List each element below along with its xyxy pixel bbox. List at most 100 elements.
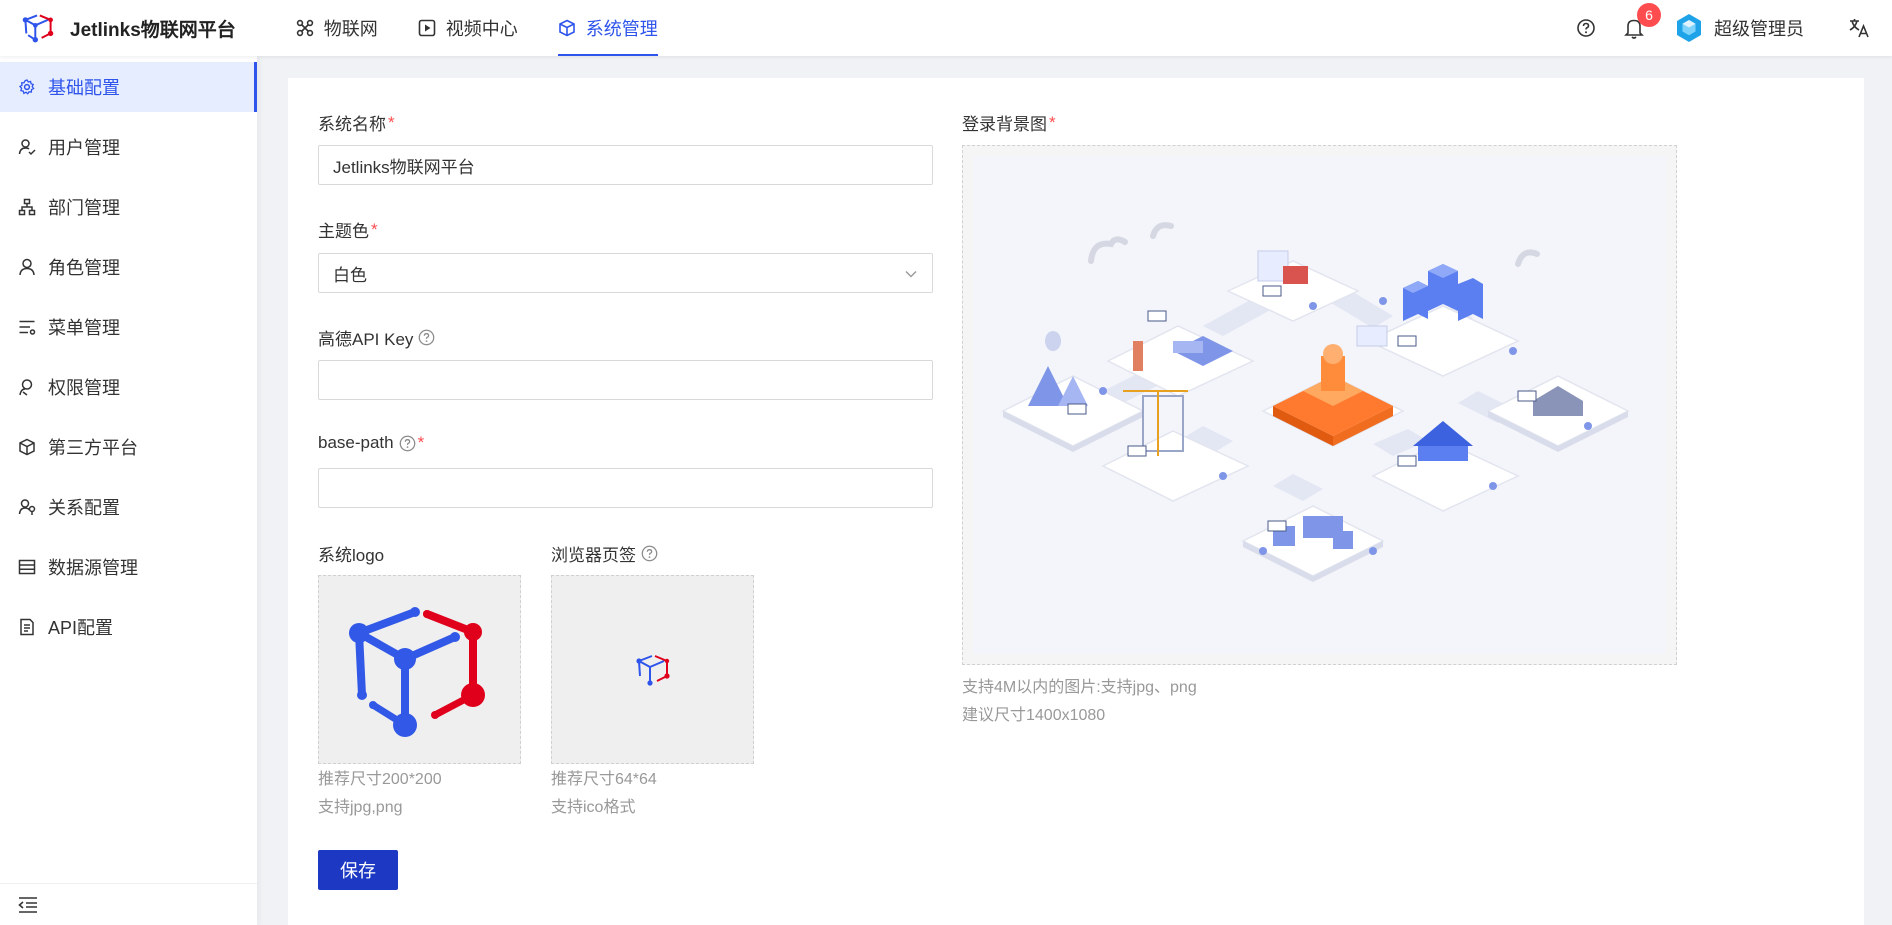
app-logo[interactable]: Jetlinks物联网平台	[0, 0, 236, 56]
base-path-input[interactable]	[318, 468, 933, 508]
iot-icon	[296, 19, 314, 37]
login-bg-hint: 支持4M以内的图片:支持jpg、png 建议尺寸1400x1080	[962, 674, 1197, 730]
theme-select[interactable]: 白色	[318, 253, 933, 293]
login-bg-upload[interactable]	[962, 145, 1677, 665]
sidebar-item-basic-config[interactable]: 基础配置	[0, 62, 257, 112]
login-bg-label-text: 登录背景图	[962, 115, 1047, 134]
question-icon[interactable]	[641, 545, 658, 562]
required-mark: *	[388, 112, 395, 132]
login-bg-hint-size: 建议尺寸1400x1080	[962, 707, 1106, 724]
sidebar-item-api[interactable]: API配置	[0, 602, 257, 652]
notification-badge: 6	[1637, 3, 1661, 27]
logo-label: 系统logo	[318, 541, 384, 566]
amap-key-input[interactable]	[318, 360, 933, 400]
permission-icon	[18, 378, 36, 396]
main-content: 系统名称 * Jetlinks物联网平台 主题色 * 白色 高德API Key ba…	[288, 78, 1864, 925]
help-button[interactable]	[1562, 0, 1610, 56]
sidebar-item-label: 角色管理	[48, 258, 120, 278]
translate-icon	[1849, 19, 1869, 38]
header-actions: 6 超级管理员	[1562, 0, 1892, 56]
required-mark: *	[371, 219, 378, 239]
system-name-label: 系统名称 *	[318, 110, 395, 135]
sidebar-item-label: 基础配置	[48, 78, 120, 98]
system-name-label-text: 系统名称	[318, 115, 386, 134]
user-icon	[18, 138, 36, 156]
isometric-city-illustration	[1001, 222, 1630, 582]
sidebar-item-roles[interactable]: 角色管理	[0, 242, 257, 292]
collapse-sidebar-button[interactable]	[0, 883, 257, 925]
logo-hint-format: 支持jpg,png	[318, 799, 403, 816]
sidebar-item-label: 权限管理	[48, 378, 120, 398]
favicon-hint-format: 支持ico格式	[551, 799, 636, 816]
app-title: Jetlinks物联网平台	[70, 19, 236, 41]
system-icon	[558, 19, 576, 37]
menu-fold-icon	[18, 896, 37, 913]
sidebar-item-label: 用户管理	[48, 138, 120, 158]
cube-favicon-icon	[635, 654, 670, 686]
chevron-down-icon	[904, 266, 918, 286]
favicon-label: 浏览器页签	[551, 541, 658, 566]
user-name: 超级管理员	[1714, 19, 1804, 39]
theme-label: 主题色 *	[318, 217, 378, 242]
topnav-video-label: 视频中心	[445, 19, 518, 39]
topnav-system-label: 系统管理	[585, 19, 658, 39]
logo-hint: 推荐尺寸200*200 支持jpg,png	[318, 766, 442, 822]
sidebar-item-users[interactable]: 用户管理	[0, 122, 257, 172]
system-name-input[interactable]: Jetlinks物联网平台	[318, 145, 933, 185]
top-nav: 物联网 视频中心 系统管理	[276, 0, 678, 56]
sidebar-item-label: API配置	[48, 618, 114, 638]
org-icon	[18, 198, 36, 216]
sidebar-item-label: 菜单管理	[48, 318, 120, 338]
sidebar-item-relations[interactable]: 关系配置	[0, 482, 257, 532]
sidebar-item-label: 第三方平台	[48, 438, 138, 458]
sidebar-item-menus[interactable]: 菜单管理	[0, 302, 257, 352]
relation-icon	[18, 498, 36, 516]
topnav-video[interactable]: 视频中心	[398, 0, 538, 56]
sidebar-item-label: 部门管理	[48, 198, 120, 218]
system-name-value: Jetlinks物联网平台	[333, 157, 475, 177]
theme-select-value: 白色	[333, 265, 367, 285]
base-path-label: base-path *	[318, 433, 424, 453]
sidebar-item-label: 关系配置	[48, 498, 120, 518]
logo-label-text: 系统logo	[318, 546, 385, 565]
user-menu[interactable]: 超级管理员	[1658, 0, 1834, 56]
question-icon[interactable]	[418, 329, 435, 346]
logo-hint-size: 推荐尺寸200*200	[318, 771, 442, 788]
login-bg-hint-format: 支持4M以内的图片:支持jpg、png	[962, 679, 1197, 696]
language-button[interactable]	[1834, 0, 1892, 56]
top-header: Jetlinks物联网平台 物联网 视频中心 系统管理 6 超级管理员	[0, 0, 1892, 56]
amap-key-label-text: 高德API Key	[318, 330, 414, 349]
login-bg-image	[973, 156, 1666, 654]
logo-upload[interactable]	[318, 575, 521, 764]
base-path-label-text: base-path	[318, 433, 394, 452]
video-icon	[418, 19, 436, 37]
gear-icon	[18, 78, 36, 96]
menu-icon	[18, 318, 36, 336]
sidebar-item-third-party[interactable]: 第三方平台	[0, 422, 257, 472]
topnav-system[interactable]: 系统管理	[538, 0, 678, 56]
cube-logo-icon	[22, 14, 54, 43]
database-icon	[18, 558, 36, 576]
required-mark: *	[417, 433, 425, 452]
avatar	[1677, 14, 1701, 42]
favicon-hint-size: 推荐尺寸64*64	[551, 771, 657, 788]
sidebar-item-permissions[interactable]: 权限管理	[0, 362, 257, 412]
topnav-iot[interactable]: 物联网	[276, 0, 398, 56]
favicon-label-text: 浏览器页签	[551, 546, 636, 565]
question-icon[interactable]	[399, 435, 416, 452]
api-icon	[18, 618, 36, 636]
favicon-hint: 推荐尺寸64*64 支持ico格式	[551, 766, 657, 822]
sidebar: 基础配置 用户管理 部门管理 角色管理 菜单管理 权限管理 第三方平台 关系配置…	[0, 56, 257, 925]
save-button[interactable]: 保存	[318, 850, 398, 890]
favicon-upload[interactable]	[551, 575, 754, 764]
login-bg-label: 登录背景图 *	[962, 110, 1056, 135]
question-icon	[1577, 19, 1595, 37]
topnav-iot-label: 物联网	[323, 19, 378, 39]
sidebar-item-departments[interactable]: 部门管理	[0, 182, 257, 232]
platform-icon	[18, 438, 36, 456]
notification-button[interactable]: 6	[1610, 0, 1661, 56]
sidebar-item-datasource[interactable]: 数据源管理	[0, 542, 257, 592]
role-icon	[18, 258, 36, 276]
sidebar-item-label: 数据源管理	[48, 558, 138, 578]
cube-logo-icon	[348, 606, 485, 737]
